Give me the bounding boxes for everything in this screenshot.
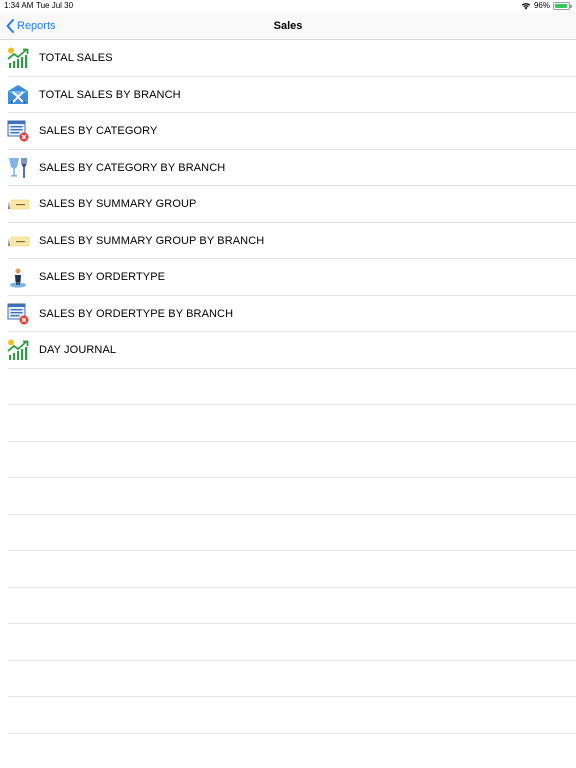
- empty-list-row: [0, 405, 576, 442]
- category-list-icon: [7, 303, 29, 325]
- empty-list-row: [0, 515, 576, 552]
- back-button[interactable]: Reports: [6, 16, 56, 36]
- battery-level: [555, 4, 568, 8]
- list-item-sales-by-summary-group[interactable]: SALES BY SUMMARY GROUP: [0, 186, 576, 223]
- page-title: Sales: [273, 20, 303, 32]
- list-item-label: DAY JOURNAL: [39, 344, 117, 357]
- empty-list-row: [0, 697, 576, 734]
- empty-list-row: [0, 588, 576, 625]
- empty-list-row: [0, 551, 576, 588]
- empty-list-row: [0, 442, 576, 479]
- empty-list-row: [0, 661, 576, 698]
- list-item-label: SALES BY SUMMARY GROUP: [39, 198, 197, 211]
- summary-card-icon: [8, 236, 30, 247]
- list-item-label: SALES BY ORDERTYPE: [39, 271, 166, 284]
- list-item-sales-by-category-by-branch[interactable]: SALES BY CATEGORY BY BRANCH: [0, 150, 576, 187]
- list-item-label: TOTAL SALES BY BRANCH: [39, 88, 181, 101]
- status-date: Tue Jul 30: [36, 1, 74, 10]
- back-button-label: Reports: [17, 20, 56, 32]
- wifi-icon: [521, 3, 531, 10]
- battery-icon: [553, 2, 572, 10]
- list-item-total-sales[interactable]: TOTAL SALES: [0, 40, 576, 77]
- list-item-label: SALES BY SUMMARY GROUP BY BRANCH: [39, 234, 265, 247]
- empty-list-row: [0, 478, 576, 515]
- list-item-sales-by-ordertype-by-branch[interactable]: SALES BY ORDERTYPE BY BRANCH: [0, 296, 576, 333]
- list-item-sales-by-ordertype[interactable]: SALES BY ORDERTYPE: [0, 259, 576, 296]
- list-item-total-sales-by-branch[interactable]: TOTAL SALES BY BRANCH: [0, 77, 576, 114]
- rising-chart-icon: [7, 339, 29, 361]
- list-item-label: TOTAL SALES: [39, 52, 113, 65]
- status-indicators: 96%: [521, 0, 572, 12]
- status-time: 1:34 AM: [4, 1, 34, 10]
- branch-envelope-icon: [8, 84, 28, 104]
- battery-percent: 96%: [533, 1, 550, 10]
- empty-list-row: [0, 624, 576, 661]
- list-item-day-journal[interactable]: DAY JOURNAL: [0, 332, 576, 369]
- summary-card-icon: [8, 199, 30, 210]
- list-item-sales-by-summary-group-by-branch[interactable]: SALES BY SUMMARY GROUP BY BRANCH: [0, 223, 576, 260]
- category-list-icon: [7, 120, 29, 142]
- rising-chart-icon: [7, 47, 29, 69]
- person-marker-icon: [10, 268, 26, 288]
- list-item-label: SALES BY CATEGORY: [39, 125, 158, 138]
- navigation-bar: Sales Reports: [0, 12, 576, 40]
- chevron-left-icon: [6, 19, 14, 33]
- glass-fork-icon: [9, 157, 27, 178]
- list-item-label: SALES BY CATEGORY BY BRANCH: [39, 161, 226, 174]
- reports-list: TOTAL SALES TOTAL SALES BY BRANCH SALES …: [0, 40, 576, 734]
- empty-list-row: [0, 369, 576, 406]
- status-bar: 1:34 AM Tue Jul 30 96%: [0, 0, 576, 12]
- list-item-sales-by-category[interactable]: SALES BY CATEGORY: [0, 113, 576, 150]
- list-item-label: SALES BY ORDERTYPE BY BRANCH: [39, 307, 234, 320]
